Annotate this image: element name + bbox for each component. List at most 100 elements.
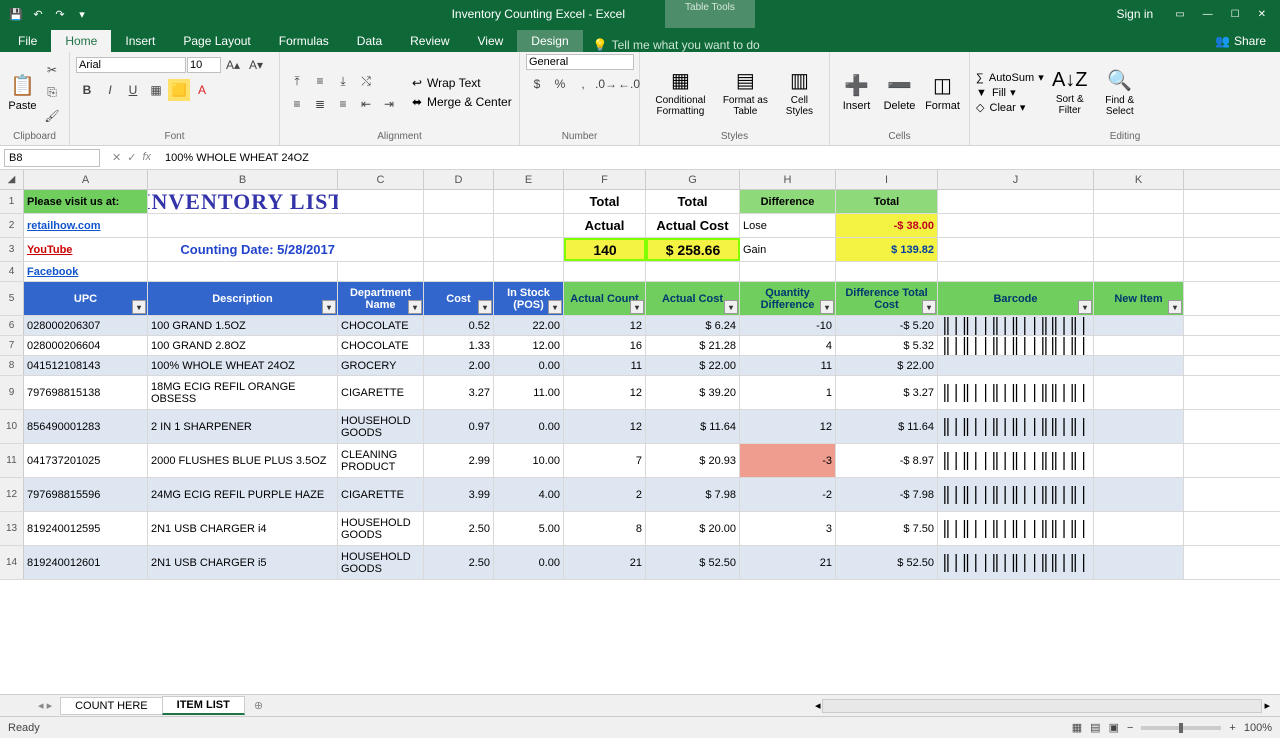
row-head[interactable]: 2	[0, 214, 24, 237]
cell-desc[interactable]: 100 GRAND 2.8OZ	[148, 336, 338, 355]
cell-diff-total[interactable]: $ 7.50	[836, 512, 938, 545]
row-head[interactable]: 4	[0, 262, 24, 281]
col-head-A[interactable]: A	[24, 170, 148, 189]
cell-actual-count[interactable]: 12	[564, 410, 646, 443]
align-top-icon[interactable]: ⤒	[286, 70, 308, 92]
cell-actual-count[interactable]: 21	[564, 546, 646, 579]
fill-button[interactable]: ▼ Fill ▾	[976, 86, 1044, 99]
align-middle-icon[interactable]: ≡	[309, 70, 331, 92]
paste-button[interactable]: 📋Paste	[6, 59, 39, 127]
hdr-upc[interactable]: UPC▾	[24, 282, 148, 315]
decrease-indent-icon[interactable]: ⇤	[355, 93, 377, 115]
col-head-B[interactable]: B	[148, 170, 338, 189]
cell-upc[interactable]: 856490001283	[24, 410, 148, 443]
cell-actual-count[interactable]: 16	[564, 336, 646, 355]
filter-dropdown-icon[interactable]: ▾	[408, 300, 422, 314]
cell-actual-count[interactable]: 7	[564, 444, 646, 477]
cell[interactable]	[338, 262, 424, 281]
decrease-decimal-icon[interactable]: ←.0	[618, 73, 640, 95]
row-head[interactable]: 1	[0, 190, 24, 213]
cell[interactable]	[1094, 214, 1184, 237]
cell-dept[interactable]: CLEANING PRODUCT	[338, 444, 424, 477]
cell[interactable]	[1094, 262, 1184, 281]
hdr-actual-cost[interactable]: Actual Cost▾	[646, 282, 740, 315]
zoom-level[interactable]: 100%	[1244, 722, 1272, 734]
cell-dept[interactable]: CHOCOLATE	[338, 336, 424, 355]
cell-new-item[interactable]	[1094, 336, 1184, 355]
cell-barcode[interactable]: ║│║││║│║││║║│║│║║║│║│║│║│	[938, 444, 1094, 477]
col-head-J[interactable]: J	[938, 170, 1094, 189]
view-page-break-icon[interactable]: ▣	[1109, 721, 1119, 734]
format-cells-button[interactable]: ◫Format	[922, 59, 963, 127]
cell[interactable]	[338, 214, 424, 237]
cell-qty-diff[interactable]: -2	[740, 478, 836, 511]
sort-filter-button[interactable]: A↓ZSort & Filter	[1046, 59, 1094, 127]
copy-icon[interactable]: ⎘	[41, 82, 63, 104]
cell-desc[interactable]: 2N1 USB CHARGER i4	[148, 512, 338, 545]
cell-diff-total[interactable]: $ 22.00	[836, 356, 938, 375]
hdr-diff-total[interactable]: Difference Total Cost▾	[836, 282, 938, 315]
new-sheet-icon[interactable]: ⊕	[244, 699, 273, 712]
cell-actual-count[interactable]: 12	[564, 376, 646, 409]
cell[interactable]	[494, 238, 564, 261]
sheet-tab-count[interactable]: COUNT HERE	[60, 697, 163, 715]
cell[interactable]	[424, 190, 494, 213]
cell-instock[interactable]: 0.00	[494, 546, 564, 579]
cell-qty-diff[interactable]: 21	[740, 546, 836, 579]
row-head[interactable]: 12	[0, 478, 24, 511]
worksheet-grid[interactable]: ◢ A B C D E F G H I J K 1Please visit us…	[0, 170, 1280, 694]
cell[interactable]	[938, 238, 1094, 261]
cell[interactable]	[424, 238, 494, 261]
tab-home[interactable]: Home	[51, 30, 111, 52]
cell[interactable]	[1094, 190, 1184, 213]
cell-instock[interactable]: 4.00	[494, 478, 564, 511]
cell-qty-diff[interactable]: 3	[740, 512, 836, 545]
filter-dropdown-icon[interactable]: ▾	[922, 300, 936, 314]
cell-actual-cost[interactable]: $ 11.64	[646, 410, 740, 443]
cell-barcode[interactable]: ║│║││║│║││║║│║│║║║│║│║│║│	[938, 478, 1094, 511]
orientation-icon[interactable]: ⤭	[355, 70, 377, 92]
cell-qty-diff[interactable]: -10	[740, 316, 836, 335]
cell-desc[interactable]: 18MG ECIG REFIL ORANGE OBSESS	[148, 376, 338, 409]
cell-diff-total[interactable]: -$ 7.98	[836, 478, 938, 511]
cell-actual-count[interactable]: 8	[564, 512, 646, 545]
cell-desc[interactable]: 24MG ECIG REFIL PURPLE HAZE	[148, 478, 338, 511]
hscroll-left-icon[interactable]: ◂	[815, 699, 821, 712]
find-select-button[interactable]: 🔍Find & Select	[1096, 59, 1144, 127]
cell-new-item[interactable]	[1094, 356, 1184, 375]
cell-actual-count[interactable]: 2	[564, 478, 646, 511]
tab-file[interactable]: File	[4, 30, 51, 52]
cell-barcode[interactable]: ║│║││║│║││║║│║│║║║│║│║│║│	[938, 336, 1094, 355]
cell-desc[interactable]: 100 GRAND 1.5OZ	[148, 316, 338, 335]
cell-diff-total[interactable]: -$ 5.20	[836, 316, 938, 335]
cell-new-item[interactable]	[1094, 444, 1184, 477]
conditional-formatting-button[interactable]: ▦Conditional Formatting	[646, 59, 715, 127]
cell-upc[interactable]: 797698815596	[24, 478, 148, 511]
cell-new-item[interactable]	[1094, 512, 1184, 545]
cell[interactable]	[1094, 238, 1184, 261]
cell-upc[interactable]: 041512108143	[24, 356, 148, 375]
cell-upc[interactable]: 819240012601	[24, 546, 148, 579]
row-head[interactable]: 5	[0, 282, 24, 315]
cell-desc[interactable]: 100% WHOLE WHEAT 24OZ	[148, 356, 338, 375]
filter-dropdown-icon[interactable]: ▾	[478, 300, 492, 314]
tab-page-layout[interactable]: Page Layout	[169, 30, 264, 52]
cut-icon[interactable]: ✂	[41, 59, 63, 81]
increase-decimal-icon[interactable]: .0→	[595, 73, 617, 95]
col-head-K[interactable]: K	[1094, 170, 1184, 189]
cell[interactable]	[740, 262, 836, 281]
cell-desc[interactable]: 2 IN 1 SHARPENER	[148, 410, 338, 443]
format-as-table-button[interactable]: ▤Format as Table	[717, 59, 774, 127]
minimize-icon[interactable]: —	[1203, 9, 1213, 20]
wrap-text-button[interactable]: ↩Wrap Text	[408, 74, 512, 92]
hdr-qty-diff[interactable]: Quantity Difference▾	[740, 282, 836, 315]
col-head-I[interactable]: I	[836, 170, 938, 189]
redo-icon[interactable]: ↷	[52, 6, 68, 22]
filter-dropdown-icon[interactable]: ▾	[724, 300, 738, 314]
cell-diff-total[interactable]: -$ 8.97	[836, 444, 938, 477]
col-head-E[interactable]: E	[494, 170, 564, 189]
hdr-barcode[interactable]: Barcode▾	[938, 282, 1094, 315]
close-icon[interactable]: ✕	[1258, 9, 1266, 20]
cell-barcode[interactable]: ║│║││║│║││║║│║│║║║│║│║│║│	[938, 512, 1094, 545]
fx-icon[interactable]: fx	[142, 151, 151, 164]
